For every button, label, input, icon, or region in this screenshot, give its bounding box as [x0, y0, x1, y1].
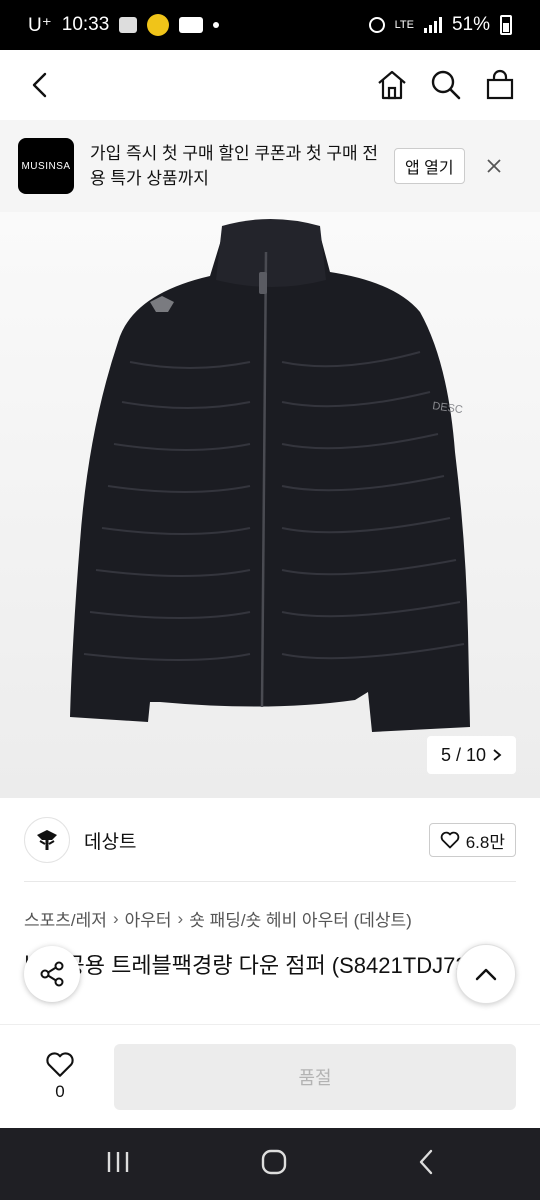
soldout-button[interactable]: 품절	[114, 1043, 516, 1110]
chevron-right-icon	[493, 749, 502, 761]
wishlist-count: 0	[55, 1082, 65, 1101]
brand-like-count: 6.8만	[465, 832, 505, 852]
chevron-right-icon: ›	[112, 908, 119, 928]
image-counter[interactable]: 5 / 10	[426, 736, 516, 774]
breadcrumb: 스포츠/레저 › 아우터 › 숏 패딩/숏 헤비 아우터 (데상트)	[24, 906, 412, 931]
banner-close-button[interactable]	[485, 157, 503, 175]
gallery-notification-icon	[119, 17, 138, 33]
alarm-icon	[368, 17, 385, 33]
bag-icon	[486, 69, 514, 100]
breadcrumb-item[interactable]: 아우터	[125, 906, 172, 931]
home-icon	[378, 70, 406, 100]
bottom-action-bar: 0 품절	[0, 1024, 540, 1128]
battery-percent: 51%	[451, 14, 490, 35]
clock: 10:33	[61, 14, 110, 35]
network-type: LTE	[394, 19, 414, 31]
search-button[interactable]	[430, 69, 462, 101]
toping-notification-icon	[179, 17, 204, 33]
banner-message: 가입 즉시 첫 구매 할인 쿠폰과 첫 구매 전용 특가 상품까지	[90, 144, 379, 188]
wishlist-button[interactable]: 0	[24, 1051, 96, 1102]
close-icon	[486, 159, 501, 173]
back-button[interactable]	[24, 69, 56, 101]
brand-like-button[interactable]: 6.8만	[428, 823, 516, 857]
search-icon	[431, 70, 461, 100]
product-title: 남녀공용 트레블팩경량 다운 점퍼 (S8421TDJ73)	[24, 953, 475, 978]
status-bar: U⁺ 10:33 LTE 51%	[0, 0, 540, 50]
breadcrumb-item[interactable]: 스포츠/레저	[24, 906, 107, 931]
product-image-carousel[interactable]: DESC 5 / 10	[0, 212, 540, 798]
home-nav-button[interactable]	[261, 1149, 287, 1180]
share-icon	[40, 961, 64, 987]
chevron-up-icon	[475, 968, 497, 981]
back-icon	[32, 72, 47, 98]
jacket-image: DESC	[70, 219, 470, 732]
image-counter-text: 5 / 10	[440, 744, 486, 765]
back-nav-icon	[419, 1149, 433, 1174]
share-button[interactable]	[24, 946, 80, 1002]
brand-name[interactable]: 데상트	[84, 827, 136, 854]
breadcrumb-item[interactable]: 숏 패딩/숏 헤비 아우터 (데상트)	[189, 906, 412, 931]
system-navigation-bar	[0, 1128, 540, 1200]
carrier-label: U⁺	[28, 14, 52, 36]
scroll-top-button[interactable]	[456, 944, 516, 1004]
descente-logo-icon	[37, 830, 57, 850]
open-app-button[interactable]: 앱 열기	[394, 148, 465, 184]
signal-icon	[423, 17, 442, 33]
logo-text: MUSINSA	[21, 160, 71, 172]
top-navigation	[0, 50, 540, 120]
brand-logo[interactable]	[24, 817, 70, 863]
home-button[interactable]	[376, 69, 408, 101]
musinsa-logo: MUSINSA	[18, 138, 74, 194]
brand-row[interactable]: 데상트 6.8만	[0, 798, 540, 882]
chevron-right-icon: ›	[177, 908, 184, 928]
app-notification-icon	[147, 14, 170, 36]
heart-icon	[46, 1052, 74, 1077]
recent-apps-button[interactable]	[105, 1150, 131, 1179]
battery-icon	[500, 15, 512, 35]
heart-icon	[440, 831, 460, 849]
recent-apps-icon	[107, 1151, 129, 1172]
home-circle-icon	[261, 1149, 287, 1174]
app-install-banner: MUSINSA 가입 즉시 첫 구매 할인 쿠폰과 첫 구매 전용 특가 상품까…	[0, 120, 540, 212]
back-nav-button[interactable]	[417, 1149, 435, 1180]
more-notifications-icon	[213, 22, 220, 28]
cart-button[interactable]	[484, 69, 516, 101]
